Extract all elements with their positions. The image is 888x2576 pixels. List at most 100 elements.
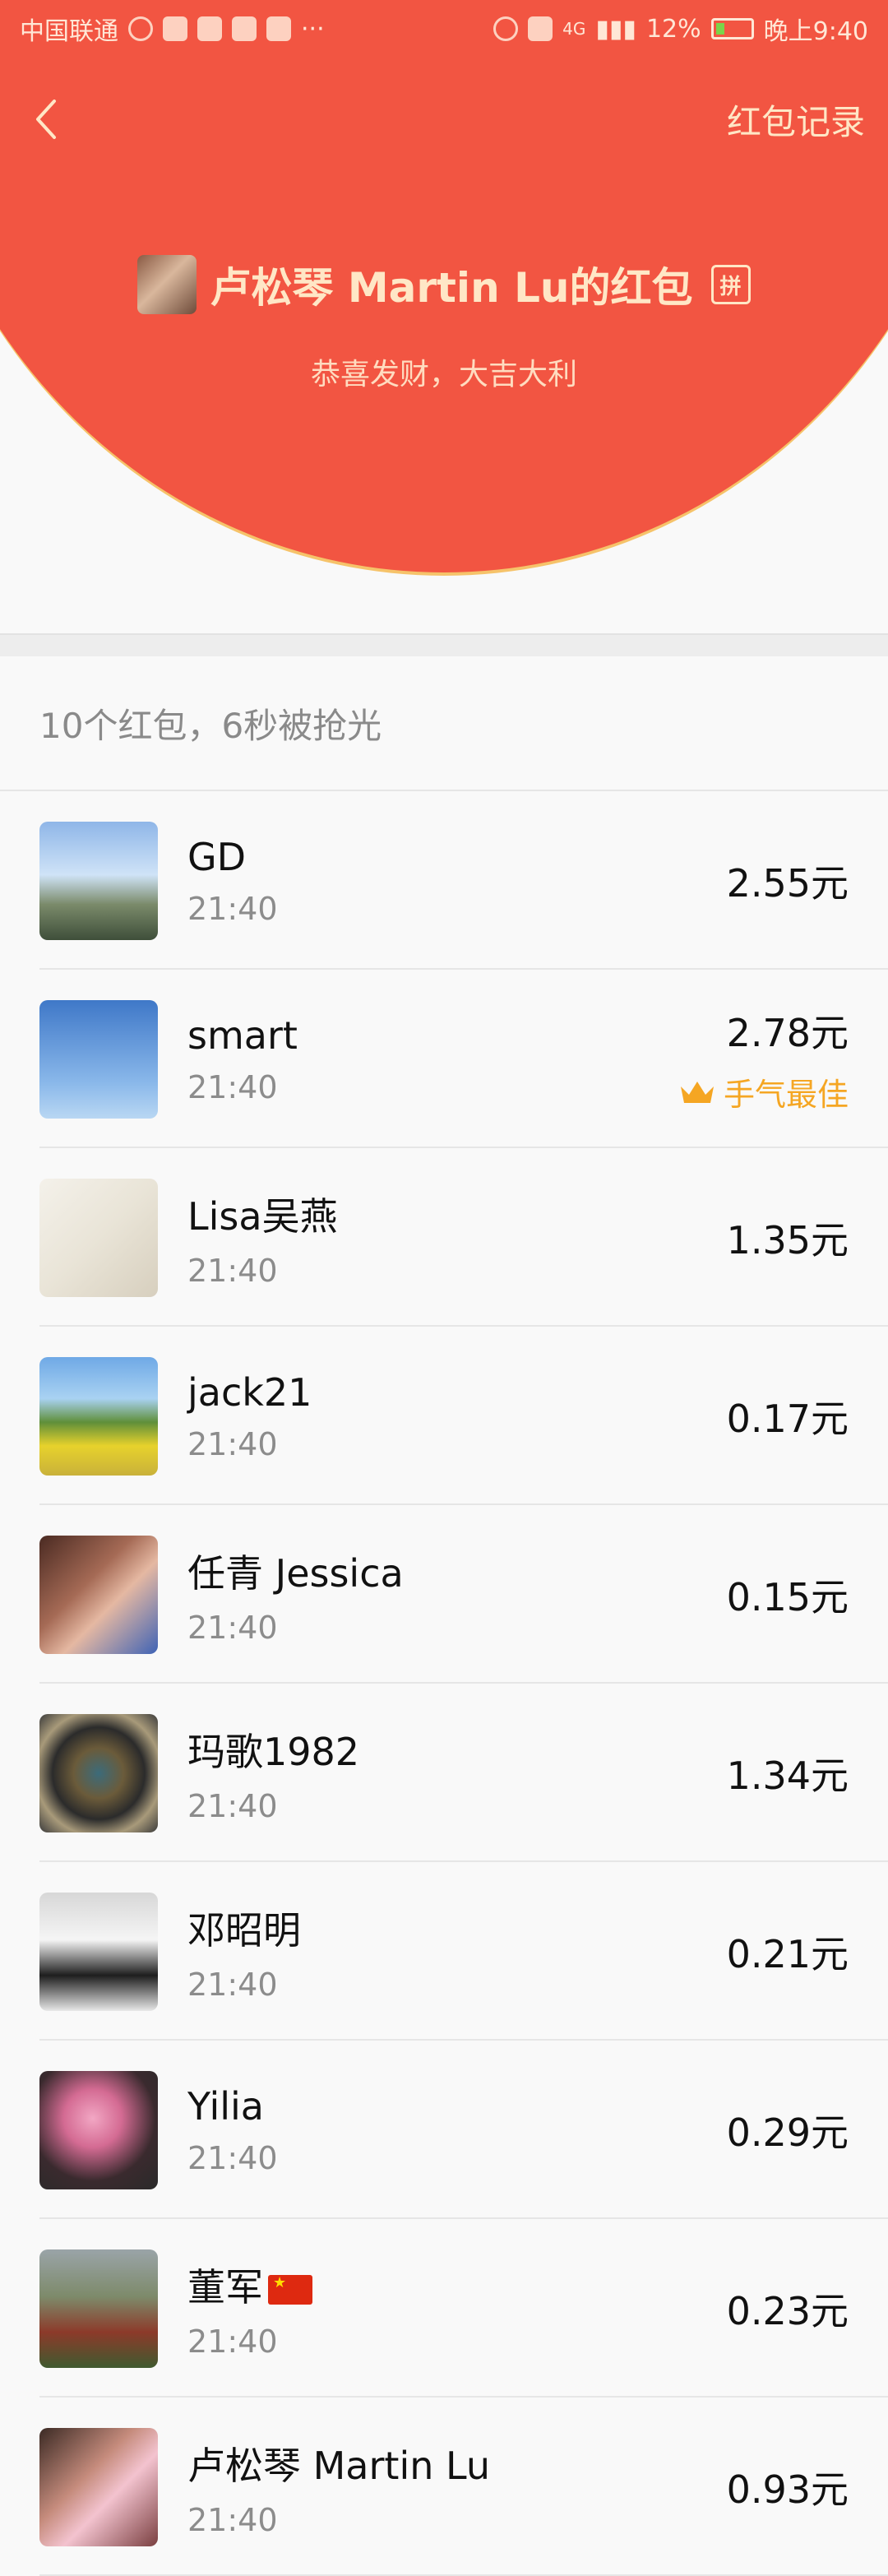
recipient-name-row: 卢松琴 Martin Lu [187,2436,727,2490]
list-item[interactable]: 卢松琴 Martin Lu 21:40 0.93元 [0,2398,888,2576]
app-notification-icon [163,16,187,41]
recipient-name: Lisa吴燕 [187,1193,338,1239]
recipient-name-row: jack21 [187,1370,727,1415]
avatar[interactable] [39,1178,158,1297]
recipient-list: GD 21:40 2.55元 smart 21:40 2.78元 手气最佳 Lisa吴燕 21:… [0,791,888,2576]
received-amount: 0.93元 [726,2467,849,2512]
battery-percent: 12% [645,14,701,44]
amount-column: 0.29元 [727,2103,849,2157]
recipient-name-row: GD [187,835,727,879]
receive-time: 21:40 [187,2139,278,2176]
list-item[interactable]: 邓昭明 21:40 0.21元 [0,1862,888,2041]
avatar[interactable] [39,1356,158,1476]
recipient-name-row: 董军 [187,2258,727,2312]
avatar[interactable] [39,1535,158,1654]
receive-time: 21:40 [187,1787,278,1824]
received-amount: 0.21元 [726,1931,849,1976]
amount-column: 0.21元 [727,1925,849,1979]
amount-column: 2.78元手气最佳 [679,1003,849,1114]
clock: 晚上9:40 [763,17,868,46]
amount-column: 0.17元 [727,1389,849,1443]
list-item[interactable]: Yilia 21:40 0.29元 [0,2041,888,2219]
crown-icon [680,1081,714,1103]
amount-column: 1.34元 [727,1746,849,1800]
lock-notification-icon [197,16,222,41]
recipient-name: 玛歌1982 [187,1729,360,1774]
amount-column: 1.35元 [727,1211,849,1265]
usb-icon [128,16,153,41]
recipient-info: 卢松琴 Martin Lu 21:40 [187,2436,727,2538]
recipient-info: Lisa吴燕 21:40 [187,1187,727,1289]
section-divider [0,633,888,656]
avatar[interactable] [39,821,158,940]
app-notification-icon-2 [266,16,291,41]
avatar[interactable] [39,2427,158,2546]
sender-info: 卢松琴 Martin Lu的红包 拼 [0,255,888,314]
received-amount: 0.23元 [726,2288,849,2333]
avatar[interactable] [39,1892,158,2011]
group-packet-badge: 拼 [710,265,751,304]
avatar[interactable] [39,999,158,1119]
amount-column: 0.23元 [727,2282,849,2336]
recipient-info: 董军 21:40 [187,2258,727,2360]
amount-column: 0.93元 [727,2460,849,2514]
receive-time: 21:40 [187,1966,278,2003]
nav-row: 红包记录 [0,82,888,156]
battery-icon [710,18,754,39]
receive-time: 21:40 [187,2323,278,2360]
more-notifications-icon: ··· [301,14,325,44]
recipient-name-row: 玛歌1982 [187,1722,727,1777]
avatar[interactable] [39,1713,158,1832]
list-item[interactable]: 玛歌1982 21:40 1.34元 [0,1684,888,1862]
header: 中国联通 ··· 4G ▮▮▮ 12% 晚上9:40 红包记录 卢松琴 Mart… [0,0,888,576]
recipient-name: smart [187,1012,298,1058]
receive-time: 21:40 [187,1609,278,1646]
received-amount: 0.17元 [726,1396,849,1441]
received-amount: 0.29元 [726,2110,849,2155]
recipient-info: smart 21:40 [187,1013,679,1105]
vibrate-icon [528,16,553,41]
sender-name: 卢松琴 Martin Lu的红包 [210,264,693,312]
sender-avatar[interactable] [137,255,197,314]
hotspot-icon [493,16,519,41]
receive-time: 21:40 [187,2501,278,2538]
amount-column: 0.15元 [727,1568,849,1622]
recipient-info: 邓昭明 21:40 [187,1901,727,2003]
avatar[interactable] [39,2249,158,2368]
received-amount: 2.78元 [726,1011,849,1055]
recipient-name-row: Yilia [187,2084,727,2129]
network-type-label: 4G [562,19,586,39]
red-packet-records-link[interactable]: 红包记录 [727,95,865,145]
recipient-name: GD [187,834,247,879]
recipient-name: Yilia [187,2083,264,2129]
recipient-info: GD 21:40 [187,835,727,927]
status-left: 中国联通 ··· [20,11,325,47]
mail-notification-icon [232,16,257,41]
packet-summary: 10个红包，6秒被抢光 [0,656,888,791]
recipient-name: 董军 [187,2264,263,2310]
list-item[interactable]: smart 21:40 2.78元手气最佳 [0,970,888,1148]
receive-time: 21:40 [187,1425,278,1462]
list-item[interactable]: jack21 21:40 0.17元 [0,1327,888,1505]
list-item[interactable]: GD 21:40 2.55元 [0,791,888,970]
list-item[interactable]: 董军 21:40 0.23元 [0,2219,888,2398]
list-item[interactable]: Lisa吴燕 21:40 1.35元 [0,1148,888,1327]
red-packet-detail-page: 中国联通 ··· 4G ▮▮▮ 12% 晚上9:40 红包记录 卢松琴 Mart… [0,0,888,2576]
best-luck-label: 手气最佳 [723,1077,849,1113]
chevron-left-icon[interactable] [30,95,62,144]
recipient-info: jack21 21:40 [187,1370,727,1462]
receive-time: 21:40 [187,1068,278,1105]
recipient-info: 玛歌1982 21:40 [187,1722,727,1824]
signal-icon: ▮▮▮ [595,14,636,44]
carrier-label: 中国联通 [20,17,118,46]
recipient-info: Yilia 21:40 [187,2084,727,2176]
best-luck-badge: 手气最佳 [679,1069,849,1114]
received-amount: 1.34元 [726,1753,849,1798]
recipient-name: 卢松琴 Martin Lu [187,2443,490,2488]
list-item[interactable]: 任青 Jessica 21:40 0.15元 [0,1505,888,1684]
avatar[interactable] [39,2070,158,2189]
amount-column: 2.55元 [727,854,849,908]
received-amount: 1.35元 [726,1217,849,1263]
recipient-name-row: Lisa吴燕 [187,1187,727,1241]
received-amount: 2.55元 [726,860,849,906]
